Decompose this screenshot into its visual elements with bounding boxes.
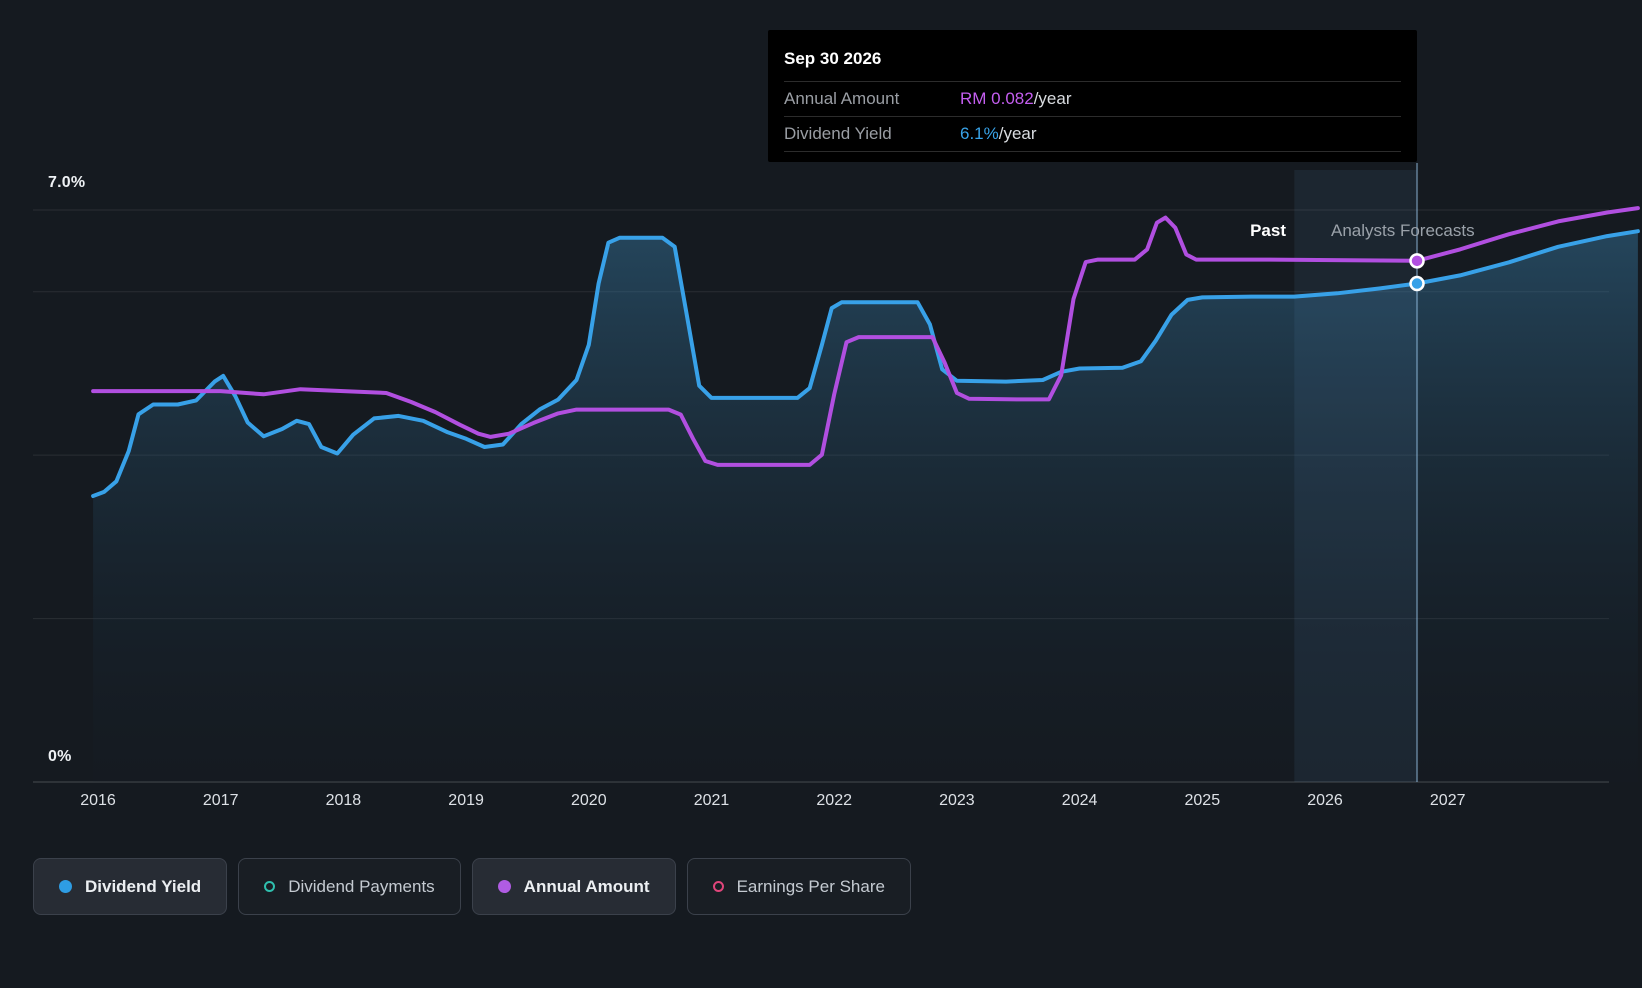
dividend-history-chart: 7.0% 0% Past Analysts Forecasts 2016 2017… xyxy=(0,0,1642,988)
legend-label: Earnings Per Share xyxy=(736,876,885,896)
yield-forecast-marker[interactable] xyxy=(1409,275,1425,292)
x-tick-label-2022: 2022 xyxy=(816,792,852,809)
x-axis: 2016 2017 2018 2019 2020 2021 2022 2023 2024 2025… xyxy=(0,792,1642,816)
tooltip-yield-value: 6.1% xyxy=(960,124,999,143)
legend-dividend-payments[interactable]: Dividend Payments xyxy=(238,858,461,915)
tooltip-row-dividend-yield: Dividend Yield 6.1%/year xyxy=(784,117,1401,152)
tooltip-value-annual-amount: RM 0.082/year xyxy=(960,89,1072,109)
tooltip-yield-suffix: /year xyxy=(998,124,1037,143)
x-tick-label-2019: 2019 xyxy=(448,792,484,809)
x-tick-label-2016: 2016 xyxy=(80,792,116,809)
y-axis-label-top: 7.0% xyxy=(48,174,86,191)
earnings-per-share-ring-icon xyxy=(712,881,724,892)
dividend-yield-dot-icon xyxy=(59,880,72,893)
legend-label: Dividend Payments xyxy=(288,876,435,896)
tooltip-amount-value: RM 0.082 xyxy=(960,89,1034,108)
chart-legend: Dividend Yield Dividend Payments Annual … xyxy=(33,858,911,915)
amount-forecast-marker[interactable] xyxy=(1409,253,1425,269)
tooltip-date: Sep 30 2026 xyxy=(784,43,1401,82)
tooltip-amount-suffix: /year xyxy=(1033,89,1072,108)
legend-annual-amount[interactable]: Annual Amount xyxy=(471,858,676,915)
tooltip-label-annual-amount: Annual Amount xyxy=(784,89,900,108)
x-tick-label-2027: 2027 xyxy=(1429,792,1466,809)
x-tick-label-2020: 2020 xyxy=(571,792,607,809)
legend-label: Annual Amount xyxy=(523,876,650,896)
x-tick-label-2026: 2026 xyxy=(1307,792,1343,809)
annual-amount-dot-icon xyxy=(497,880,511,893)
chart-tooltip: Sep 30 2026 Annual Amount RM 0.082/year … xyxy=(768,30,1417,162)
x-tick-label-2025: 2025 xyxy=(1184,792,1221,809)
legend-dividend-yield[interactable]: Dividend Yield xyxy=(33,858,228,915)
analysts-forecasts-label: Analysts Forecasts xyxy=(1331,221,1475,240)
past-label: Past xyxy=(1250,221,1286,240)
y-axis-label-bottom: 0% xyxy=(48,748,72,765)
x-tick-label-2018: 2018 xyxy=(325,792,362,809)
x-tick-label-2024: 2024 xyxy=(1061,792,1098,809)
tooltip-value-dividend-yield: 6.1%/year xyxy=(960,124,1037,144)
legend-earnings-per-share[interactable]: Earnings Per Share xyxy=(686,858,911,915)
x-tick-label-2021: 2021 xyxy=(693,792,730,809)
x-tick-label-2023: 2023 xyxy=(939,792,975,809)
x-tick-label-2017: 2017 xyxy=(202,792,239,809)
tooltip-row-annual-amount: Annual Amount RM 0.082/year xyxy=(784,82,1401,117)
legend-label: Dividend Yield xyxy=(85,876,202,896)
tooltip-label-dividend-yield: Dividend Yield xyxy=(784,124,892,143)
dividend-payments-ring-icon xyxy=(264,881,276,892)
